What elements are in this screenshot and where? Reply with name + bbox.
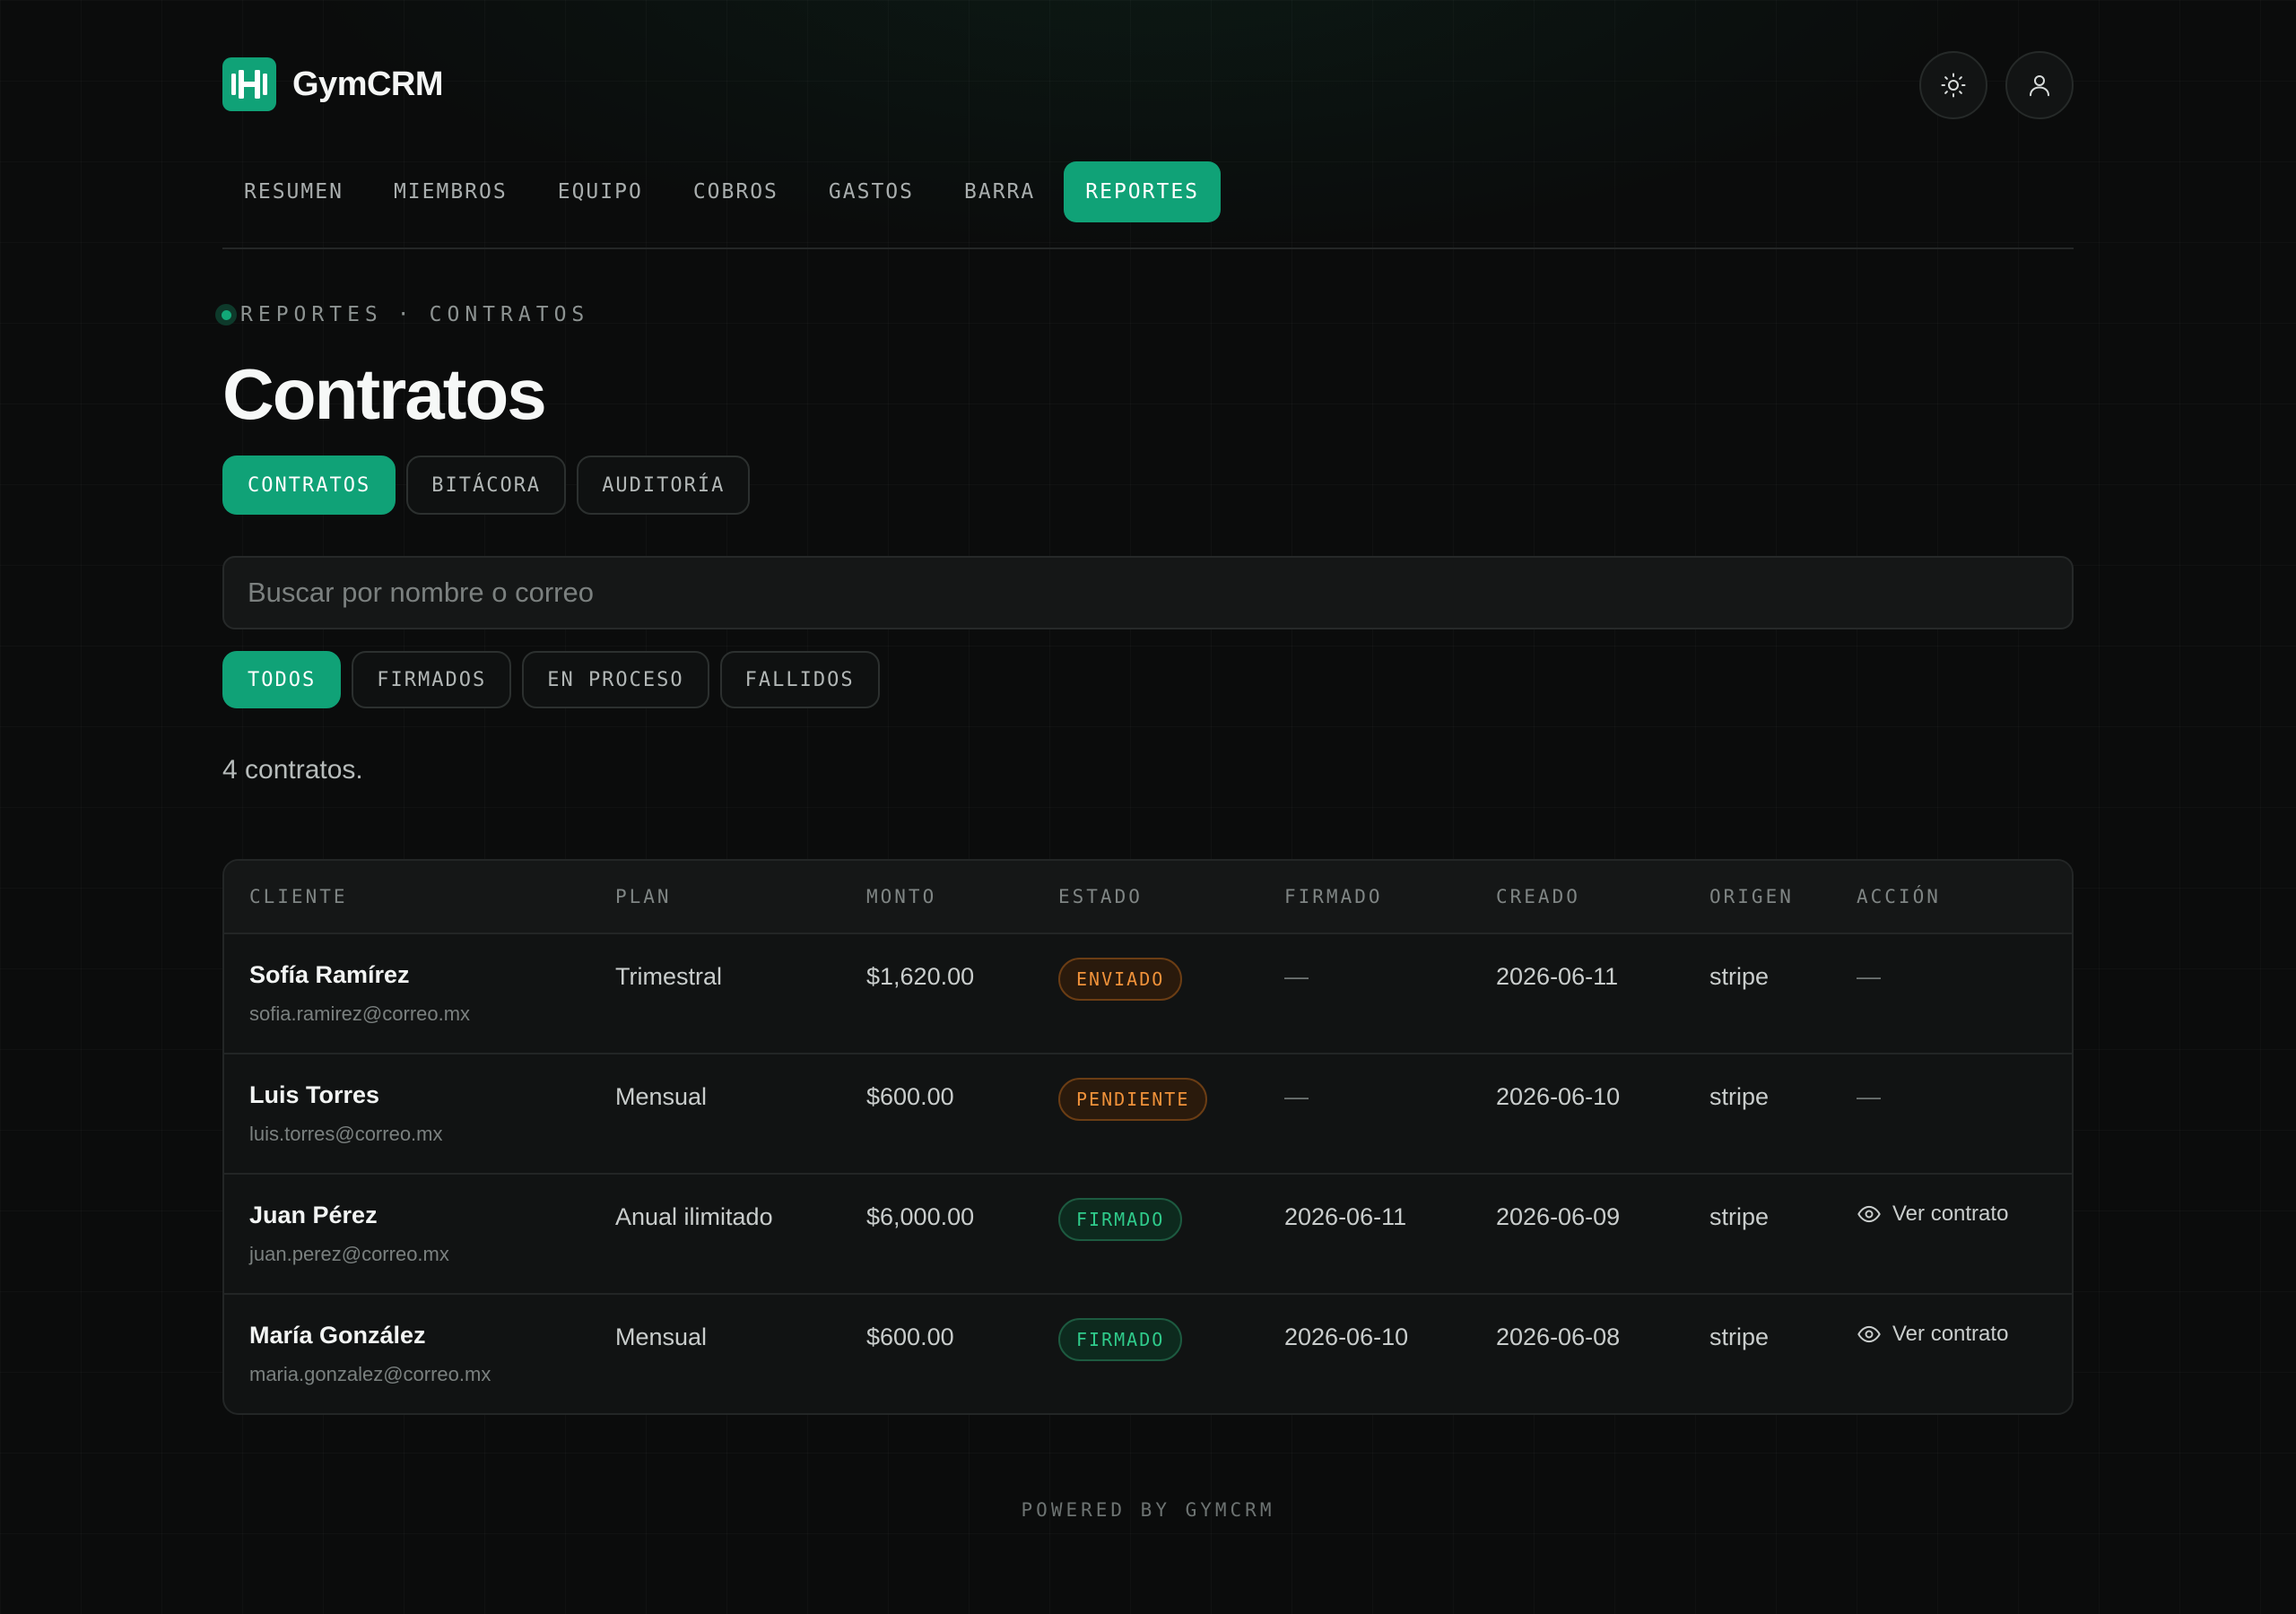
eye-icon — [1857, 1205, 1881, 1223]
breadcrumb-section: REPORTES — [240, 303, 383, 326]
table-row: María González maria.gonzalez@correo.mx … — [224, 1295, 2072, 1413]
filter-en-proceso[interactable]: EN PROCESO — [522, 651, 709, 708]
action-cell: — — [1857, 1083, 1881, 1110]
signed-cell: 2026-06-11 — [1284, 1203, 1407, 1230]
origin-cell: stripe — [1709, 1203, 1770, 1230]
amount-cell: $1,620.00 — [866, 963, 975, 990]
created-cell: 2026-06-10 — [1496, 1083, 1621, 1110]
column-header-creado: CREADO — [1496, 886, 1580, 907]
search-input[interactable] — [248, 577, 2048, 609]
nav-item-resumen[interactable]: RESUMEN — [222, 161, 365, 222]
client-email: luis.torres@correo.mx — [249, 1123, 443, 1145]
filter-fallidos[interactable]: FALLIDOS — [719, 651, 880, 708]
client-name: Juan Pérez — [249, 1202, 378, 1228]
origin-cell: stripe — [1709, 1323, 1770, 1350]
action-cell: — — [1857, 963, 1881, 990]
column-header-monto: MONTO — [866, 886, 937, 907]
user-icon — [2030, 75, 2049, 97]
footer-powered-by: POWERED BY GYMCRM — [1021, 1499, 1275, 1521]
plan-cell: Mensual — [615, 1323, 708, 1350]
signed-cell: — — [1284, 963, 1309, 990]
tab-bitacora[interactable]: BITÁCORA — [406, 456, 567, 515]
created-cell: 2026-06-11 — [1496, 963, 1619, 990]
status-dot-icon — [215, 304, 237, 325]
amount-cell: $600.00 — [866, 1323, 954, 1350]
column-header-cliente: CLIENTE — [249, 886, 348, 907]
results-count: 4 contratos. — [222, 755, 363, 785]
plan-cell: Trimestral — [615, 963, 722, 990]
status-filters: TODOS FIRMADOS EN PROCESO FALLIDOS — [222, 651, 891, 708]
breadcrumb-separator: · — [396, 303, 415, 326]
client-name: Sofía Ramírez — [249, 961, 410, 988]
sun-icon — [1941, 73, 1966, 98]
client-email: juan.perez@correo.mx — [249, 1243, 449, 1265]
view-contract-label: Ver contrato — [1892, 1202, 2009, 1226]
client-email: sofia.ramirez@correo.mx — [249, 1002, 471, 1025]
table-header: CLIENTE PLAN MONTO ESTADO FIRMADO CREADO… — [224, 861, 2072, 934]
nav-item-reportes[interactable]: REPORTES — [1064, 161, 1222, 222]
user-menu-button[interactable] — [2005, 51, 2074, 119]
view-contract-label: Ver contrato — [1892, 1322, 2009, 1346]
breadcrumb-page: CONTRATOS — [429, 303, 590, 326]
table-row: Sofía Ramírez sofia.ramirez@correo.mx Tr… — [224, 934, 2072, 1054]
column-header-estado: ESTADO — [1058, 886, 1143, 907]
contracts-table: CLIENTE PLAN MONTO ESTADO FIRMADO CREADO… — [222, 859, 2074, 1415]
view-contract-link[interactable]: Ver contrato — [1857, 1202, 2008, 1227]
view-contract-link[interactable]: Ver contrato — [1857, 1322, 2008, 1347]
status-badge: ENVIADO — [1058, 958, 1183, 1001]
origin-cell: stripe — [1709, 1083, 1770, 1110]
status-badge: FIRMADO — [1058, 1198, 1183, 1241]
tab-contratos[interactable]: CONTRATOS — [222, 456, 396, 515]
signed-cell: — — [1284, 1083, 1309, 1110]
main-nav: RESUMEN MIEMBROS EQUIPO COBROS GASTOS BA… — [222, 161, 1228, 222]
report-subtabs: CONTRATOS BITÁCORA AUDITORÍA — [222, 456, 761, 515]
client-name: María González — [249, 1322, 426, 1349]
filter-todos[interactable]: TODOS — [222, 651, 342, 708]
plan-cell: Mensual — [615, 1083, 708, 1110]
tab-auditoria[interactable]: AUDITORÍA — [577, 456, 751, 515]
amount-cell: $6,000.00 — [866, 1203, 975, 1230]
breadcrumb: REPORTES · CONTRATOS — [215, 303, 589, 326]
client-email: maria.gonzalez@correo.mx — [249, 1363, 491, 1385]
page-title: Contratos — [222, 354, 547, 434]
column-header-accion: ACCIÓN — [1857, 886, 1941, 907]
origin-cell: stripe — [1709, 963, 1770, 990]
nav-item-gastos[interactable]: GASTOS — [807, 161, 935, 222]
dumbbell-logo-icon — [222, 57, 276, 111]
created-cell: 2026-06-09 — [1496, 1203, 1621, 1230]
nav-item-miembros[interactable]: MIEMBROS — [372, 161, 529, 222]
column-header-origen: ORIGEN — [1709, 886, 1794, 907]
nav-item-cobros[interactable]: COBROS — [672, 161, 800, 222]
theme-toggle-button[interactable] — [1919, 51, 1987, 119]
created-cell: 2026-06-08 — [1496, 1323, 1621, 1350]
eye-icon — [1857, 1325, 1881, 1343]
table-row: Luis Torres luis.torres@correo.mx Mensua… — [224, 1054, 2072, 1175]
status-badge: PENDIENTE — [1058, 1078, 1208, 1121]
plan-cell: Anual ilimitado — [615, 1203, 773, 1230]
brand-name: GymCRM — [292, 65, 444, 103]
filter-firmados[interactable]: FIRMADOS — [352, 651, 512, 708]
brand[interactable]: GymCRM — [222, 57, 444, 111]
table-row: Juan Pérez juan.perez@correo.mx Anual il… — [224, 1175, 2072, 1295]
nav-item-barra[interactable]: BARRA — [943, 161, 1057, 222]
search-box — [222, 556, 2074, 629]
column-header-plan: PLAN — [615, 886, 672, 907]
client-name: Luis Torres — [249, 1081, 380, 1108]
column-header-firmado: FIRMADO — [1284, 886, 1383, 907]
signed-cell: 2026-06-10 — [1284, 1323, 1409, 1350]
nav-item-equipo[interactable]: EQUIPO — [536, 161, 665, 222]
amount-cell: $600.00 — [866, 1083, 954, 1110]
status-badge: FIRMADO — [1058, 1318, 1183, 1361]
nav-divider — [222, 247, 2074, 249]
